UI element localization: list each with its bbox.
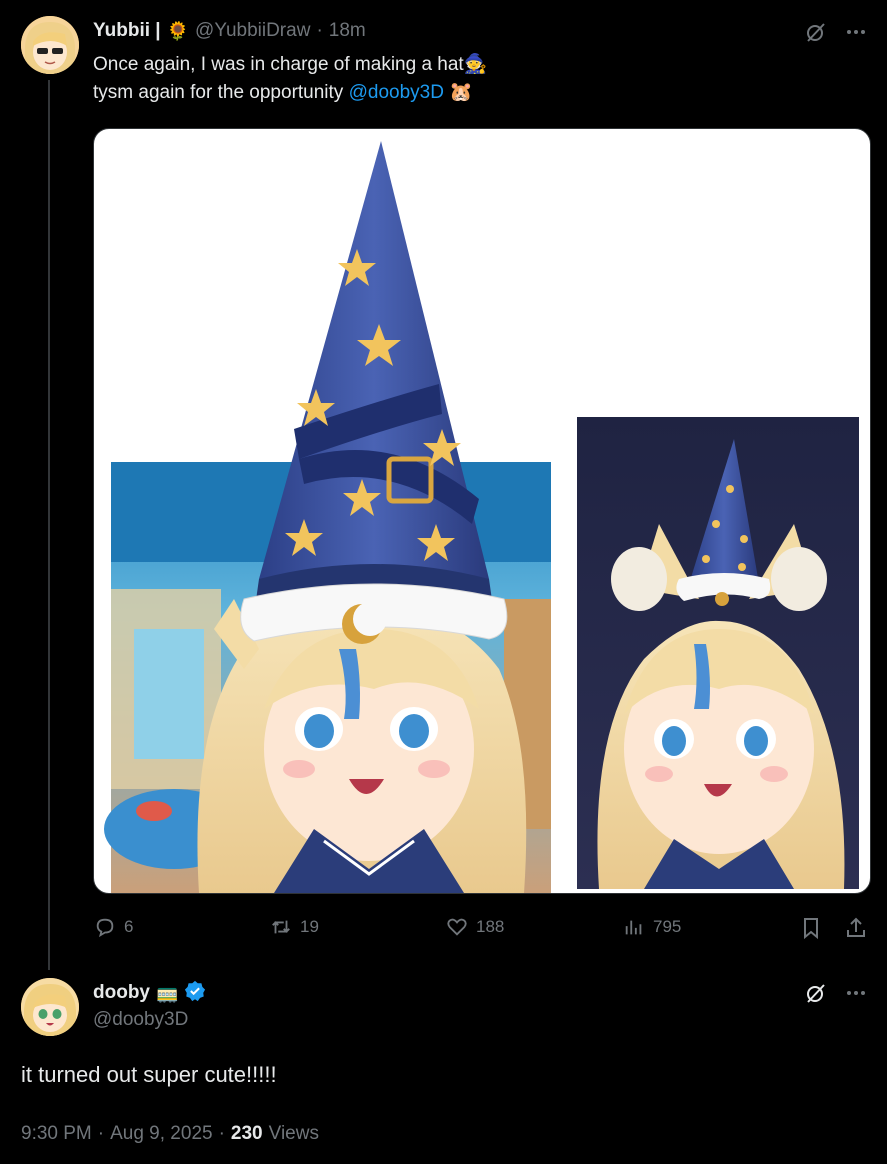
more-icon[interactable] bbox=[844, 981, 868, 1005]
meta-separator: · bbox=[218, 1123, 225, 1144]
avatar-illustration bbox=[21, 16, 79, 74]
author-name-emoji: 🌻 bbox=[166, 20, 190, 41]
hat-artwork bbox=[104, 141, 859, 893]
bookmark-icon[interactable] bbox=[799, 916, 823, 940]
views-button[interactable]: 795 bbox=[623, 916, 681, 938]
tweet-line-1: Once again, I was in charge of making a … bbox=[93, 54, 464, 75]
avatar-illustration bbox=[21, 978, 79, 1036]
retweet-button[interactable]: 19 bbox=[270, 916, 319, 938]
reply-icon bbox=[96, 918, 114, 938]
views-icon bbox=[625, 920, 642, 935]
grok-icon[interactable] bbox=[804, 20, 828, 44]
reply-text: it turned out super cute!!!!! bbox=[21, 1062, 277, 1087]
mention-link[interactable]: @dooby3D bbox=[349, 82, 444, 103]
more-icon[interactable] bbox=[844, 20, 868, 44]
tweet-text: Once again, I was in charge of making a … bbox=[93, 51, 853, 107]
author-name-emoji: 🚃 bbox=[156, 982, 179, 1003]
views-count: 795 bbox=[653, 917, 682, 936]
avatar[interactable] bbox=[21, 978, 79, 1036]
tweet-timestamp[interactable]: 18m bbox=[329, 20, 366, 42]
tweet-time[interactable]: 9:30 PM bbox=[21, 1123, 92, 1145]
retweet-count: 19 bbox=[300, 917, 319, 936]
hamster-emoji: 🐹 bbox=[449, 82, 473, 103]
tweet-line-2: tysm again for the opportunity bbox=[93, 82, 349, 103]
tweet-date[interactable]: Aug 9, 2025 bbox=[110, 1123, 212, 1145]
author-display-name[interactable]: dooby bbox=[93, 982, 150, 1004]
wizard-emoji: 🧙 bbox=[463, 54, 488, 75]
reply-button[interactable]: 6 bbox=[94, 916, 133, 938]
like-count: 188 bbox=[476, 917, 505, 936]
heart-icon bbox=[447, 918, 467, 936]
tweet-media-image[interactable] bbox=[93, 128, 871, 894]
verified-badge-icon[interactable] bbox=[184, 980, 206, 1007]
avatar[interactable] bbox=[21, 16, 79, 74]
author-handle[interactable]: @dooby3D bbox=[93, 1009, 188, 1031]
author-display-name[interactable]: Yubbii | bbox=[93, 20, 161, 42]
reply-count: 6 bbox=[124, 917, 134, 936]
grok-icon[interactable] bbox=[804, 981, 828, 1005]
views-label: Views bbox=[268, 1123, 319, 1144]
meta-separator: · bbox=[97, 1123, 105, 1144]
retweet-icon bbox=[272, 920, 290, 934]
share-icon[interactable] bbox=[844, 916, 868, 940]
thread-connector-line bbox=[48, 80, 50, 970]
like-button[interactable]: 188 bbox=[446, 916, 504, 938]
meta-separator: · bbox=[316, 20, 323, 41]
author-handle[interactable]: @YubbiiDraw bbox=[195, 20, 310, 42]
views-total: 230 bbox=[230, 1123, 263, 1144]
